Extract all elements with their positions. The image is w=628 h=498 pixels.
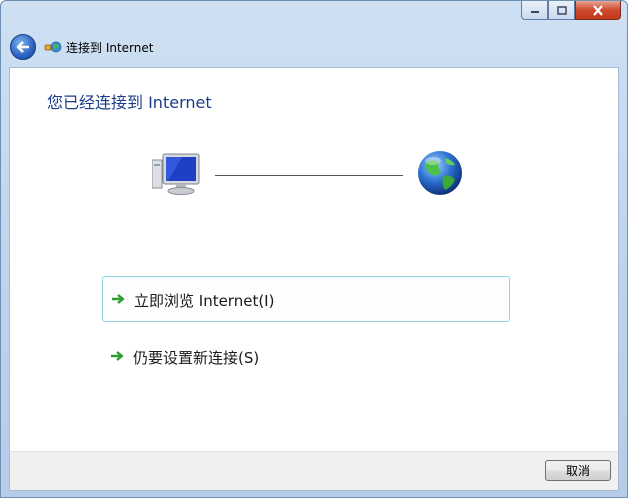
browse-internet-link[interactable]: 立即浏览 Internet(I) (102, 276, 510, 322)
close-button[interactable] (575, 1, 621, 20)
green-arrow-icon (112, 294, 125, 304)
globe-icon (418, 151, 462, 195)
minimize-button[interactable] (521, 1, 548, 20)
content-panel: 您已经连接到 Internet 立即浏览 Internet(I) 仍要设置新连接… (9, 67, 619, 451)
maximize-button[interactable] (548, 1, 575, 20)
window-title: 连接到 Internet (66, 41, 154, 55)
green-arrow-icon (111, 351, 124, 361)
computer-icon (152, 153, 200, 195)
page-heading: 您已经连接到 Internet (47, 93, 212, 112)
network-connection-icon (44, 41, 62, 53)
dialog-footer: 取消 (9, 451, 619, 491)
browse-internet-label: 立即浏览 Internet(I) (134, 292, 275, 310)
cancel-button[interactable]: 取消 (545, 460, 611, 481)
minimize-icon (530, 11, 539, 13)
caption-buttons (521, 1, 621, 20)
dialog-window: 连接到 Internet 您已经连接到 Internet 立即浏览 Intern… (0, 0, 628, 498)
back-button[interactable] (10, 34, 36, 60)
back-arrow-icon (16, 41, 29, 53)
setup-new-connection-link[interactable]: 仍要设置新连接(S) (102, 332, 510, 378)
close-icon (593, 4, 603, 16)
maximize-icon (556, 5, 567, 15)
connection-line (215, 175, 403, 176)
navigation-bar: 连接到 Internet (1, 27, 627, 67)
setup-new-connection-label: 仍要设置新连接(S) (133, 349, 260, 367)
